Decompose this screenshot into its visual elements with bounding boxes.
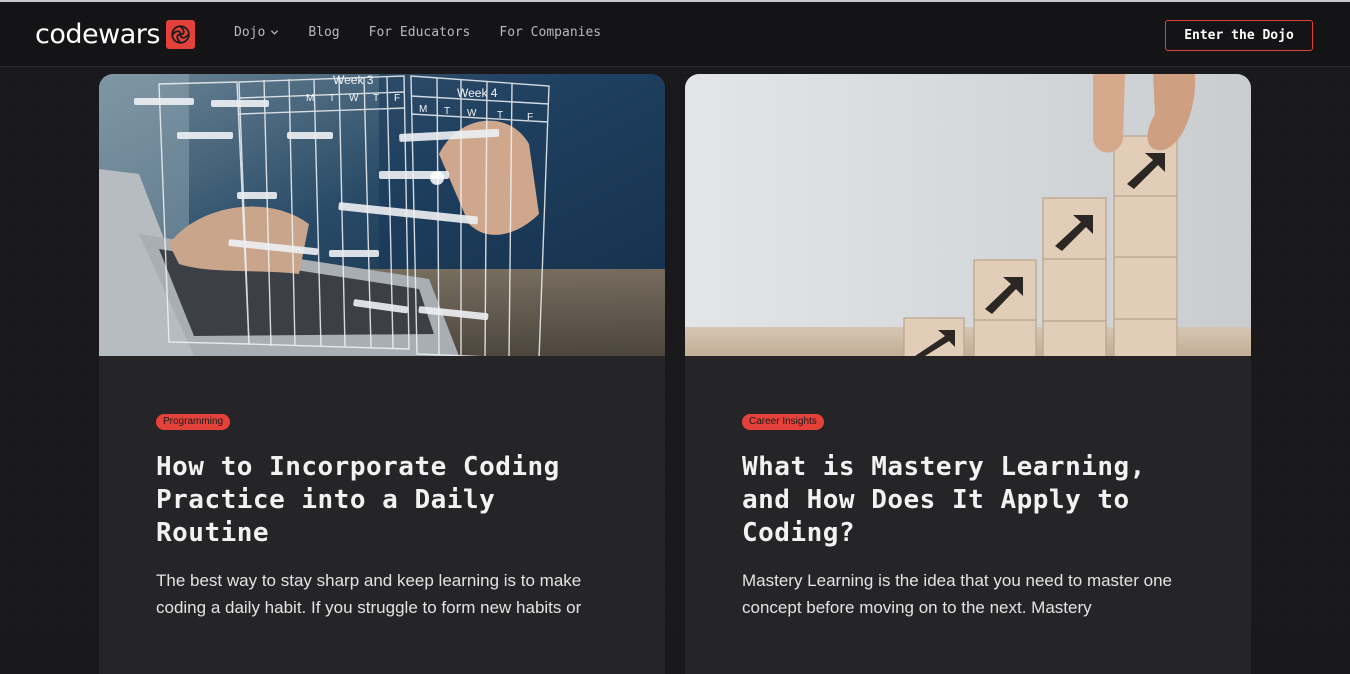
- post-title[interactable]: What is Mastery Learning, and How Does I…: [742, 451, 1202, 550]
- chevron-down-icon: [271, 30, 279, 35]
- post-title[interactable]: How to Incorporate Coding Practice into …: [156, 451, 616, 550]
- wooden-blocks-growth-arrows-photo[interactable]: [685, 74, 1251, 356]
- enter-dojo-button[interactable]: Enter the Dojo: [1165, 20, 1313, 51]
- category-tag[interactable]: Career Insights: [742, 414, 824, 430]
- nav-links: Dojo Blog For Educators For Companies: [234, 25, 601, 40]
- svg-text:W: W: [349, 93, 359, 104]
- codewars-logo[interactable]: codewars: [35, 17, 195, 51]
- svg-text:W: W: [467, 108, 477, 119]
- svg-text:T: T: [373, 93, 379, 104]
- svg-text:M: M: [419, 104, 427, 115]
- svg-text:F: F: [527, 112, 533, 123]
- week-4-label: Week 4: [457, 86, 498, 100]
- svg-text:M: M: [306, 93, 314, 104]
- post-excerpt: The best way to stay sharp and keep lear…: [156, 571, 582, 617]
- nav-link-companies[interactable]: For Companies: [499, 25, 601, 40]
- svg-text:T: T: [329, 93, 335, 104]
- category-tag[interactable]: Programming: [156, 414, 231, 430]
- nav-link-dojo[interactable]: Dojo: [234, 25, 279, 40]
- codewars-emblem-icon: [165, 19, 195, 49]
- logo-wordmark: codewars: [35, 18, 160, 50]
- top-navigation: codewars Dojo Blog For Educators For Com…: [0, 2, 1350, 67]
- nav-link-educators[interactable]: For Educators: [369, 25, 471, 40]
- svg-text:F: F: [394, 93, 400, 104]
- blog-card[interactable]: Week 3 Week 4 M T W T F M T W T F Programming Ho…: [99, 74, 665, 674]
- week-3-label: Week 3: [333, 74, 374, 87]
- blog-card[interactable]: Career Insights What is Mastery Learning…: [685, 74, 1251, 674]
- nav-link-blog[interactable]: Blog: [308, 25, 339, 40]
- post-excerpt: Mastery Learning is the idea that you ne…: [742, 571, 1172, 617]
- svg-text:T: T: [444, 106, 450, 117]
- calendar-planner-laptop-photo[interactable]: Week 3 Week 4 M T W T F M T W T F: [99, 74, 665, 356]
- svg-text:T: T: [497, 110, 503, 121]
